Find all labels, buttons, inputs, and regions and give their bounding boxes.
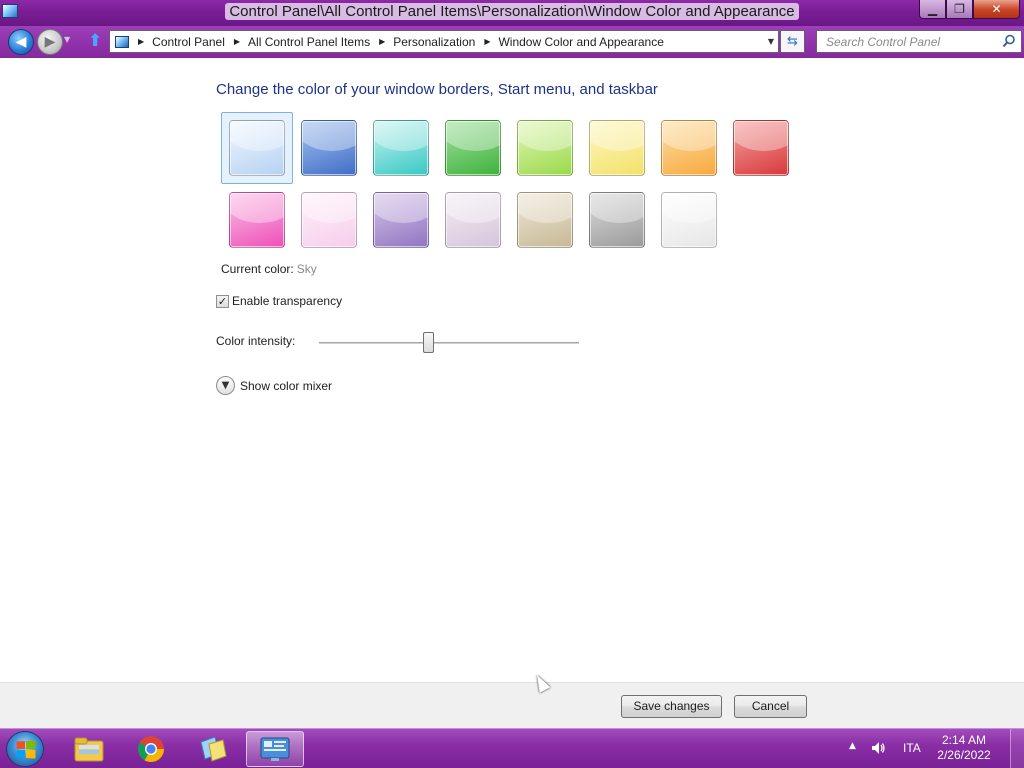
taskbar-file-explorer[interactable] [60, 731, 118, 767]
breadcrumb-separator-icon[interactable]: ▶ [234, 37, 240, 46]
search-icon[interactable] [1002, 34, 1016, 48]
color-swatch-frost[interactable] [653, 184, 725, 256]
color-swatch-chocolate[interactable] [581, 184, 653, 256]
breadcrumb-personalization[interactable]: Personalization [393, 35, 475, 49]
window-controls: ▁ ❐ ✕ [919, 0, 1020, 20]
address-dropdown-icon[interactable]: ▼ [768, 37, 774, 46]
color-swatch-twilight[interactable] [293, 112, 365, 184]
control-panel-icon [260, 737, 290, 761]
media-player-icon [200, 736, 227, 762]
swatch-color-fill [301, 120, 357, 176]
forward-button[interactable]: ▶ [37, 29, 63, 55]
back-button[interactable]: ◀ [8, 29, 34, 55]
folder-icon [74, 737, 104, 762]
search-input[interactable] [817, 31, 997, 52]
page-title: Change the color of your window borders,… [216, 81, 658, 98]
color-swatch-sky[interactable] [221, 112, 293, 184]
transparency-option[interactable]: ✓ Enable transparency [216, 294, 342, 308]
swatch-color-fill [517, 192, 573, 248]
enable-transparency-checkbox[interactable]: ✓ [216, 294, 229, 308]
swatch-color-fill [229, 120, 285, 176]
volume-icon[interactable] [870, 740, 886, 756]
show-color-mixer-label[interactable]: Show color mixer [240, 379, 332, 393]
maximize-button[interactable]: ❐ [946, 0, 973, 19]
taskbar-media-player[interactable] [184, 731, 242, 767]
show-desktop-button[interactable] [1010, 729, 1024, 768]
search-box [816, 30, 1022, 53]
show-hidden-icons-icon[interactable]: ▲ [849, 741, 856, 751]
swatch-color-fill [445, 192, 501, 248]
swatch-color-fill [661, 120, 717, 176]
chrome-icon [137, 736, 165, 763]
cancel-button[interactable]: Cancel [734, 695, 807, 718]
swatch-color-fill [301, 192, 357, 248]
breadcrumb-control-panel[interactable]: Control Panel [152, 35, 225, 49]
recent-pages-dropdown-icon[interactable]: ▼ [64, 35, 70, 44]
taskbar-chrome[interactable] [122, 731, 180, 767]
swatch-color-fill [589, 192, 645, 248]
refresh-button[interactable]: ⇆ [780, 30, 805, 53]
current-color: Current color: Sky [221, 262, 317, 276]
current-color-label: Current color: [221, 262, 294, 276]
windows-logo-icon [16, 740, 35, 758]
content-area: Change the color of your window borders,… [0, 58, 1024, 682]
color-swatch-lime[interactable] [509, 112, 581, 184]
dialog-footer: Save changes Cancel [0, 682, 1024, 728]
color-swatch-fuchsia[interactable] [221, 184, 293, 256]
swatch-color-fill [661, 192, 717, 248]
navigation-bar: ◀ ▶ ▼ ⬆ ▶ Control Panel ▶ All Control Pa… [0, 26, 1024, 58]
close-button[interactable]: ✕ [973, 0, 1020, 19]
breadcrumb-window-color[interactable]: Window Color and Appearance [498, 35, 663, 49]
color-swatch-leaf[interactable] [437, 112, 509, 184]
save-changes-button[interactable]: Save changes [621, 695, 722, 718]
clock[interactable]: 2:14 AM 2/26/2022 [932, 733, 996, 763]
start-button[interactable] [6, 731, 44, 767]
swatch-color-fill [373, 120, 429, 176]
swatch-color-fill [517, 120, 573, 176]
input-language-indicator[interactable]: ITA [903, 741, 921, 755]
swatch-color-fill [373, 192, 429, 248]
color-swatch-lavender[interactable] [437, 184, 509, 256]
breadcrumb-separator-icon[interactable]: ▶ [379, 37, 385, 46]
enable-transparency-label[interactable]: Enable transparency [232, 294, 342, 308]
control-panel-icon [115, 35, 129, 48]
taskbar-control-panel[interactable] [246, 731, 304, 767]
window-title: Control Panel\All Control Panel Items\Pe… [0, 3, 1024, 20]
current-color-value: Sky [296, 262, 317, 276]
color-swatch-violet[interactable] [365, 184, 437, 256]
swatch-color-fill [589, 120, 645, 176]
address-bar[interactable]: ▶ Control Panel ▶ All Control Panel Item… [109, 30, 779, 53]
breadcrumb-separator-icon[interactable]: ▶ [138, 37, 144, 46]
clock-date: 2/26/2022 [937, 748, 991, 762]
taskbar: ▲ ITA 2:14 AM 2/26/2022 [0, 728, 1024, 768]
color-swatch-pumpkin[interactable] [653, 112, 725, 184]
breadcrumb-all-items[interactable]: All Control Panel Items [248, 35, 370, 49]
color-swatch-ruby[interactable] [725, 112, 797, 184]
swatch-color-fill [229, 192, 285, 248]
color-intensity-slider-track[interactable] [319, 342, 579, 344]
color-swatch-blush[interactable] [293, 184, 365, 256]
color-intensity-slider-thumb[interactable] [422, 332, 434, 353]
swatch-color-fill [733, 120, 789, 176]
minimize-button[interactable]: ▁ [919, 0, 946, 19]
clock-time: 2:14 AM [941, 733, 987, 747]
breadcrumb-separator-icon[interactable]: ▶ [484, 37, 490, 46]
color-swatch-sea[interactable] [365, 112, 437, 184]
color-swatch-taupe[interactable] [509, 184, 581, 256]
chevron-down-icon[interactable]: ▼ [216, 376, 235, 395]
title-bar: Control Panel\All Control Panel Items\Pe… [0, 0, 1024, 26]
up-one-level-button[interactable]: ⬆ [88, 31, 104, 51]
show-color-mixer-toggle[interactable]: ▼ Show color mixer [216, 376, 332, 395]
color-swatch-sun[interactable] [581, 112, 653, 184]
swatch-color-fill [445, 120, 501, 176]
color-intensity-label: Color intensity: [216, 334, 296, 348]
